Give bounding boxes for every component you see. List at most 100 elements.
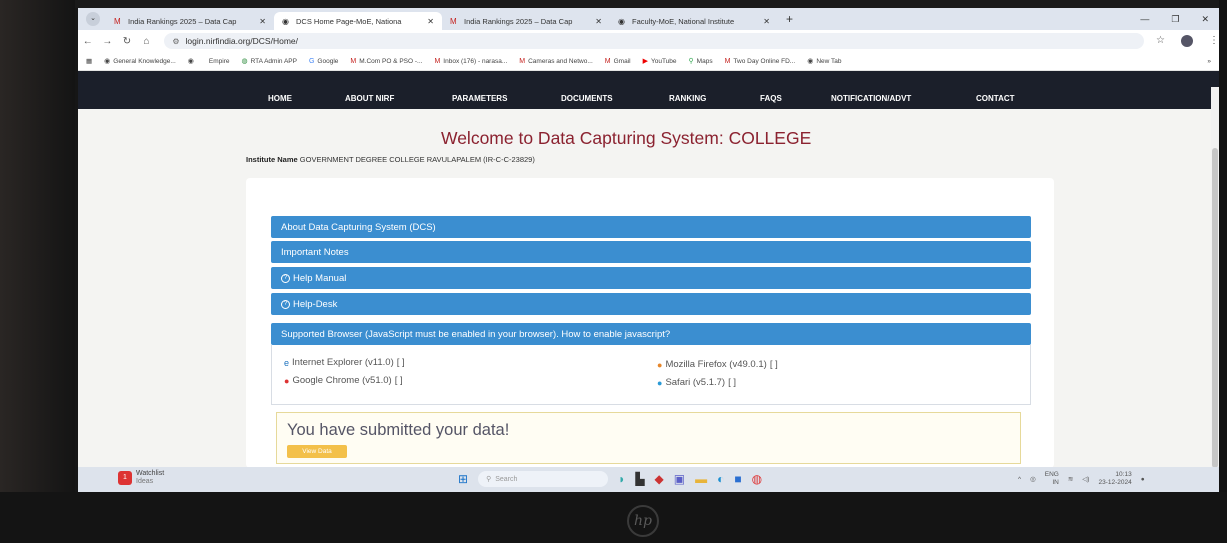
bookmark-label: YouTube xyxy=(650,57,677,65)
pdf-link[interactable]: [ ] xyxy=(728,377,736,388)
browser-safari: ● Safari (v5.1.7) [ ] xyxy=(657,377,736,388)
tab-bar: ⌄ M India Rankings 2025 – Data Cap ✕ ◉ D… xyxy=(78,8,1219,30)
monitor-frame: hp ⌄ M India Rankings 2025 – Data Cap ✕ … xyxy=(0,0,1227,543)
chrome-icon[interactable]: ◍ xyxy=(752,472,762,486)
bookmark-item[interactable]: ◍ RTA Admin APP xyxy=(241,57,296,66)
notification-icon[interactable]: ● xyxy=(1141,476,1145,483)
bookmark-item[interactable]: ◉ New Tab xyxy=(807,57,842,66)
tab-4[interactable]: ◉ Faculty-MoE, National Institute ✕ xyxy=(610,12,778,30)
pdf-link[interactable]: [ ] xyxy=(395,375,403,386)
chevron-up-icon[interactable]: ^ xyxy=(1018,476,1021,483)
copilot-icon[interactable]: ◗ xyxy=(618,472,625,486)
section-help-desk[interactable]: ? Help-Desk xyxy=(271,293,1031,315)
tray-app-icon[interactable]: ◎ xyxy=(1030,475,1036,483)
bookmark-item[interactable]: M Inbox (176) - narasa... xyxy=(434,58,507,65)
widget-watchlist[interactable]: 1 Watchlist Ideas xyxy=(118,470,164,486)
section-help-manual[interactable]: ? Help Manual xyxy=(271,267,1031,289)
back-icon[interactable]: ← xyxy=(78,36,98,47)
close-icon[interactable]: ✕ xyxy=(595,17,602,26)
reload-icon[interactable]: ↻ xyxy=(117,36,137,47)
volume-icon[interactable]: ◁) xyxy=(1082,475,1089,483)
apps-icon[interactable]: ▦ xyxy=(86,57,92,65)
submitted-message: You have submitted your data! xyxy=(287,421,510,439)
teams-icon[interactable]: ▣ xyxy=(674,472,685,486)
bookmark-item[interactable]: M M.Com PO & PSO -... xyxy=(350,58,422,65)
bookmark-label: Inbox (176) - narasa... xyxy=(443,57,508,65)
app-icon[interactable]: ◆ xyxy=(655,472,664,486)
nav-ranking[interactable]: RANKING xyxy=(669,94,760,103)
clock[interactable]: 10:13 23-12-2024 xyxy=(1098,471,1131,487)
browser-label: Internet Explorer (v11.0) xyxy=(292,357,394,368)
taskbar-search[interactable]: ⚲ Search xyxy=(478,471,609,487)
tab-search-icon[interactable]: ⌄ xyxy=(86,12,100,26)
gmail-icon: M xyxy=(724,57,731,65)
tab-3[interactable]: M India Rankings 2025 – Data Cap ✕ xyxy=(442,12,610,30)
bookmark-item[interactable]: Empire xyxy=(209,58,230,65)
site-info-icon[interactable]: ⚙ xyxy=(172,37,179,46)
pdf-link[interactable]: [ ] xyxy=(397,357,405,368)
address-bar: ← → ↻ ⌂ ⚙ login.nirfindia.org/DCS/Home/ … xyxy=(78,30,1219,52)
file-explorer-icon[interactable]: ▬ xyxy=(695,472,707,486)
bookmark-item[interactable]: M Two Day Online FD... xyxy=(725,58,796,65)
section-about-dcs[interactable]: About Data Capturing System (DCS) xyxy=(271,216,1031,238)
forward-icon[interactable]: → xyxy=(98,36,118,47)
tab-1[interactable]: M India Rankings 2025 – Data Cap ✕ xyxy=(106,12,274,30)
edge-icon[interactable]: ◐ xyxy=(717,472,724,486)
section-supported-browser[interactable]: Supported Browser (JavaScript must be en… xyxy=(271,323,1031,345)
site-header-strip xyxy=(78,71,1219,87)
gmail-icon: M xyxy=(519,57,526,65)
windows-start-icon[interactable]: ⊞ xyxy=(458,472,468,486)
nav-notification[interactable]: NOTIFICATION/ADVT xyxy=(831,94,976,103)
store-icon[interactable]: ■ xyxy=(734,472,741,486)
new-tab-icon[interactable]: + xyxy=(786,12,793,26)
youtube-icon: ▶ xyxy=(642,58,648,65)
bookmark-item[interactable]: ◉ xyxy=(188,57,197,65)
globe-icon: ◉ xyxy=(187,58,194,65)
wifi-icon[interactable]: ≋ xyxy=(1068,475,1073,483)
window-controls: — ❐ ✕ xyxy=(1140,14,1219,25)
nav-about-nirf[interactable]: ABOUT NIRF xyxy=(345,94,452,103)
bookmark-item[interactable]: ◉ General Knowledge... xyxy=(104,57,176,66)
home-icon[interactable]: ⌂ xyxy=(137,36,157,47)
bookmark-item[interactable]: M Gmail xyxy=(605,58,631,65)
monitor-chin xyxy=(0,492,1227,543)
bookmark-item[interactable]: M Cameras and Netwo... xyxy=(519,58,593,65)
section-label: About Data Capturing System (DCS) xyxy=(281,221,436,233)
bezel-right xyxy=(1219,0,1227,543)
tab-2[interactable]: ◉ DCS Home Page-MoE, Nationa ✕ xyxy=(274,12,442,30)
close-icon[interactable]: ✕ xyxy=(259,17,266,26)
star-icon[interactable]: ☆ xyxy=(1156,35,1165,47)
site-nav: HOME ABOUT NIRF PARAMETERS DOCUMENTS RAN… xyxy=(78,87,1219,109)
lang-label: ENG xyxy=(1044,471,1059,478)
profile-avatar[interactable] xyxy=(1181,35,1194,47)
bookmark-item[interactable]: G Google xyxy=(309,58,338,65)
browser-firefox: ● Mozilla Firefox (v49.0.1) [ ] xyxy=(657,359,778,370)
bookmark-item[interactable]: ▶ YouTube xyxy=(642,57,677,66)
bookmark-label: Google xyxy=(317,57,339,65)
restore-icon[interactable]: ❐ xyxy=(1171,14,1179,25)
pdf-link[interactable]: [ ] xyxy=(770,359,778,370)
nav-home[interactable]: HOME xyxy=(268,94,345,103)
bookmark-item[interactable]: ⚲ Maps xyxy=(689,57,713,66)
browser-list: e Internet Explorer (v11.0) [ ] ● Mozill… xyxy=(271,345,1031,405)
close-icon[interactable]: ✕ xyxy=(763,17,770,26)
nav-faqs[interactable]: FAQS xyxy=(760,94,831,103)
taskbar: 1 Watchlist Ideas ⊞ ⚲ Search ◗ ▙ ◆ ▣ ▬ ◐… xyxy=(78,467,1219,492)
close-icon[interactable]: ✕ xyxy=(427,17,434,26)
minimize-icon[interactable]: — xyxy=(1140,14,1149,25)
widget-label: Watchlist xyxy=(136,470,165,477)
bookmark-label: New Tab xyxy=(816,57,842,65)
section-important-notes[interactable]: Important Notes xyxy=(271,241,1031,263)
nav-documents[interactable]: DOCUMENTS xyxy=(561,94,669,103)
language-indicator[interactable]: ENG IN xyxy=(1045,471,1059,487)
nav-parameters[interactable]: PARAMETERS xyxy=(452,94,561,103)
scrollbar-thumb[interactable] xyxy=(1212,148,1218,468)
url-field[interactable]: ⚙ login.nirfindia.org/DCS/Home/ xyxy=(164,33,1145,49)
close-window-icon[interactable]: ✕ xyxy=(1201,14,1209,25)
globe-icon: ◉ xyxy=(282,16,289,26)
nav-contact[interactable]: CONTACT xyxy=(976,94,1015,103)
menu-icon[interactable]: ⋮ xyxy=(1209,35,1219,47)
view-data-button[interactable]: View Data xyxy=(287,445,347,458)
more-bookmarks-icon[interactable]: » xyxy=(1207,58,1219,65)
task-view-icon[interactable]: ▙ xyxy=(635,472,644,486)
